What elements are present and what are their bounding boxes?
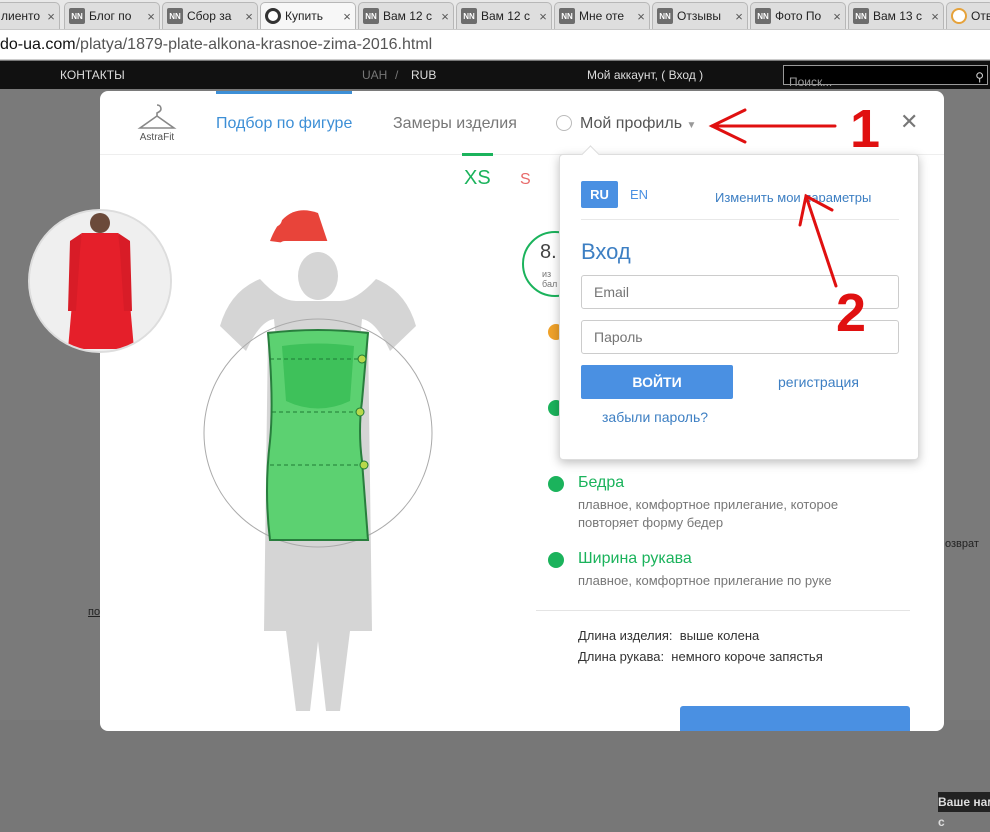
- annotation-arrows: [708, 108, 838, 288]
- annotation-number-two: 2: [836, 283, 867, 343]
- annotation-number-one: 1: [850, 99, 881, 159]
- footer-text: Ваше нам с: [938, 792, 990, 829]
